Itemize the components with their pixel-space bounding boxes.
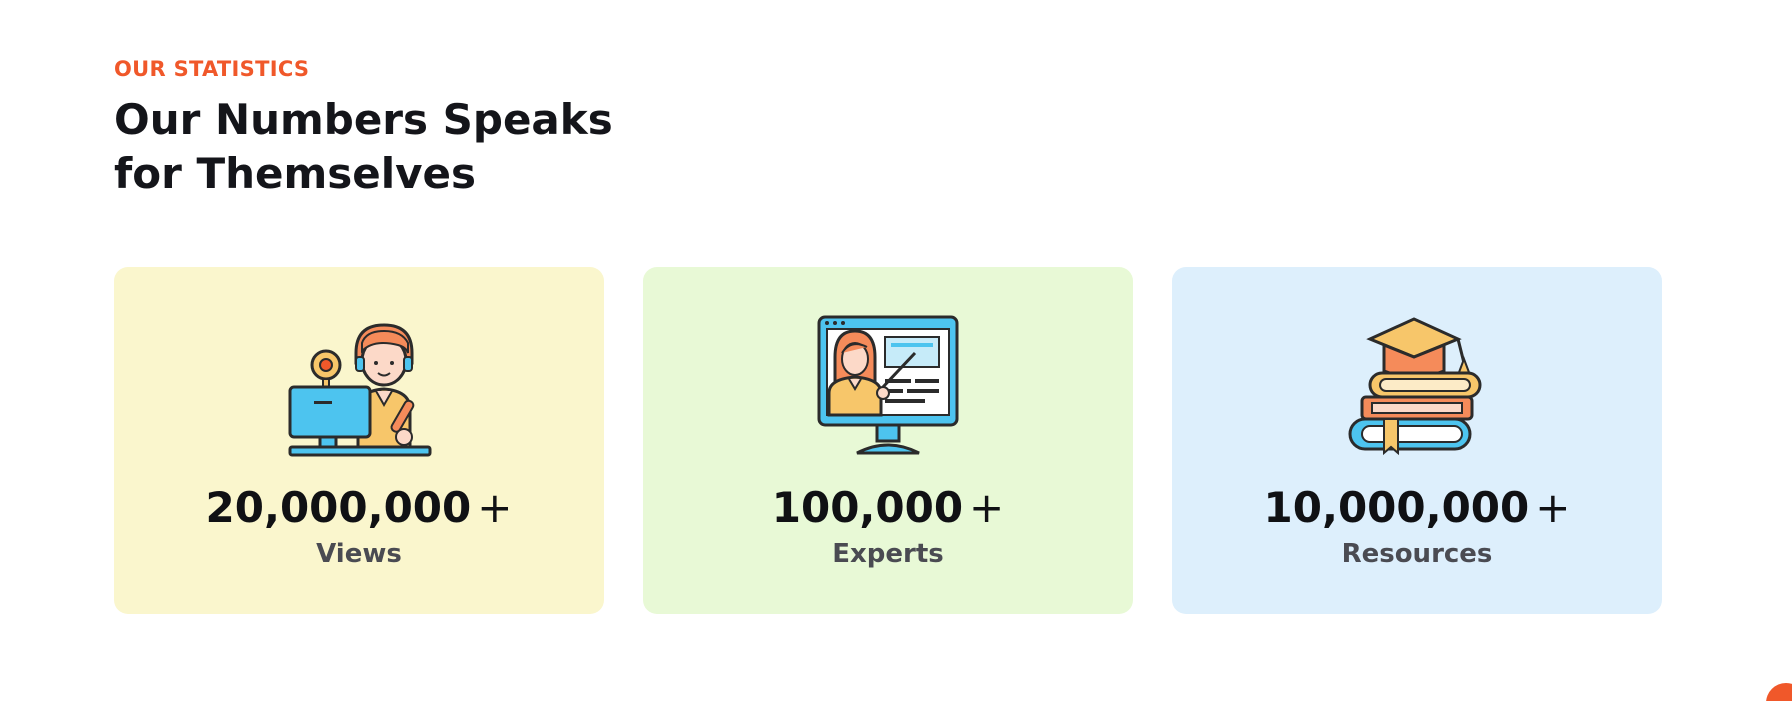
statistics-header: OUR STATISTICS Our Numbers Speaks for Th…	[114, 54, 1664, 201]
online-presentation-icon	[817, 315, 959, 455]
section-eyebrow: OUR STATISTICS	[114, 57, 310, 81]
stat-card-experts: 100,000 + Experts	[643, 267, 1133, 614]
stat-value-resources: 10,000,000 +	[1263, 483, 1571, 532]
decorative-corner-circle	[1766, 683, 1792, 701]
stat-card-resources: 10,000,000 + Resources	[1172, 267, 1662, 614]
stat-label-views: Views	[316, 539, 402, 569]
stat-value-views: 20,000,000 +	[205, 483, 513, 532]
section-heading: Our Numbers Speaks for Themselves	[114, 95, 613, 198]
stat-label-resources: Resources	[1341, 539, 1493, 569]
statistics-page: OUR STATISTICS Our Numbers Speaks for Th…	[0, 0, 1792, 701]
stat-value-experts: 100,000 +	[771, 483, 1005, 532]
stats-cards: 20,000,000 + Views 100,000 + Experts 10,…	[114, 267, 1662, 614]
stat-card-views: 20,000,000 + Views	[114, 267, 604, 614]
books-graduation-cap-icon	[1348, 317, 1482, 456]
online-teacher-icon	[288, 323, 432, 457]
stat-label-experts: Experts	[832, 539, 944, 569]
